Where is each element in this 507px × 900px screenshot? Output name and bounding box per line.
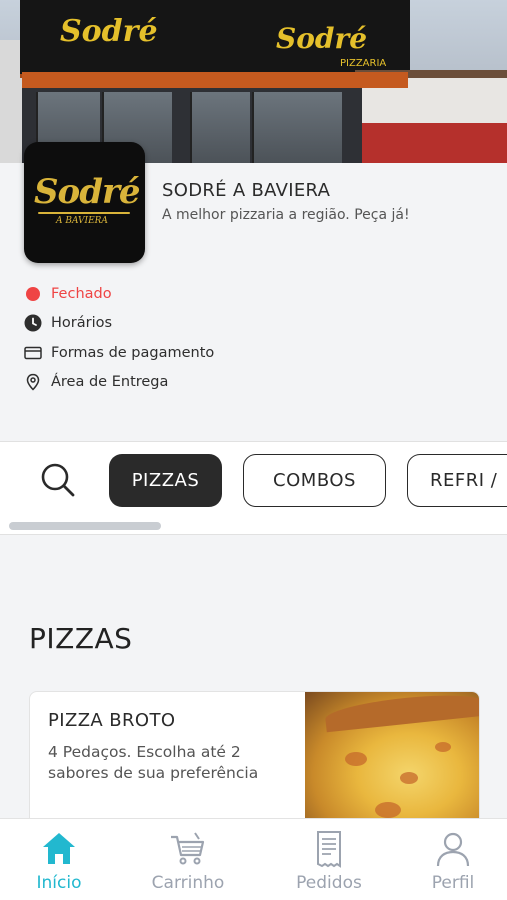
search-icon[interactable] [38, 460, 78, 500]
payment-label: Formas de pagamento [51, 345, 215, 361]
banner-sign-text-left: Sodré [60, 14, 158, 49]
status-text: Fechado [51, 286, 112, 302]
nav-item-carrinho[interactable]: Carrinho [138, 829, 238, 895]
hours-link[interactable]: Horários [24, 312, 112, 334]
nav-item-pedidos[interactable]: Pedidos [279, 829, 379, 895]
home-icon [43, 833, 75, 864]
nav-label-pedidos: Pedidos [296, 873, 362, 893]
store-banner-image: Sodré Sodré PIZZARIA [0, 0, 507, 163]
logo-subtext: A BAVIERA [56, 216, 108, 226]
hours-label: Horários [51, 315, 113, 331]
location-pin-icon [24, 373, 42, 391]
nav-label-perfil: Perfil [431, 873, 475, 893]
bottom-navigation: Início Carrinho Pedidos Perfil [0, 818, 507, 900]
product-name: PIZZA BROTO [48, 710, 176, 731]
category-bar: PIZZAS COMBOS REFRI / [0, 441, 507, 535]
status-dot-icon [26, 287, 40, 301]
delivery-area-link[interactable]: Área de Entrega [24, 371, 168, 393]
nav-label-inicio: Início [36, 873, 82, 893]
nav-label-carrinho: Carrinho [151, 873, 225, 893]
category-scrollbar[interactable] [9, 522, 161, 530]
category-chip-combos[interactable]: COMBOS [243, 454, 386, 507]
nav-item-perfil[interactable]: Perfil [403, 829, 503, 895]
user-icon [436, 832, 470, 867]
banner-sign-small: PIZZARIA [340, 58, 387, 69]
payment-methods-link[interactable]: Formas de pagamento [24, 342, 214, 364]
store-logo: Sodré A BAVIERA [24, 142, 145, 263]
store-status: Fechado [24, 283, 112, 305]
cart-icon [171, 832, 205, 865]
category-chip-refri[interactable]: REFRI / [407, 454, 507, 507]
logo-text: Sodré [34, 172, 141, 212]
banner-sign-text-right: Sodré [276, 22, 368, 55]
store-name: SODRÉ A BAVIERA [162, 180, 331, 201]
category-chip-pizzas[interactable]: PIZZAS [109, 454, 222, 507]
section-title: PIZZAS [29, 622, 133, 655]
clock-icon [24, 314, 42, 332]
receipt-icon [317, 831, 341, 868]
store-description: A melhor pizzaria a região. Peça já! [162, 207, 410, 223]
product-description: 4 Pedaços. Escolha até 2 sabores de sua … [48, 743, 259, 782]
credit-card-icon [24, 344, 42, 362]
nav-item-inicio[interactable]: Início [9, 829, 109, 895]
delivery-label: Área de Entrega [51, 374, 169, 390]
